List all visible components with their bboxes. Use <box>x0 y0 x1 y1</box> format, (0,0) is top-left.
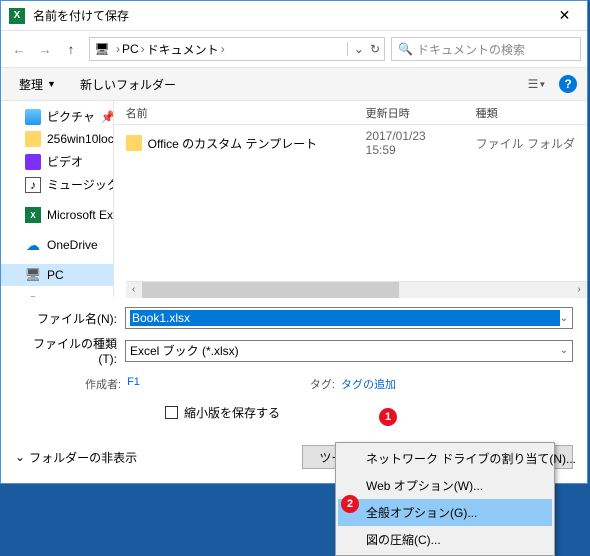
sidebar-item-music[interactable]: ♪ミュージック <box>1 173 113 196</box>
sidebar-item-onedrive[interactable]: ☁OneDrive <box>1 234 113 256</box>
menu-item-compress-pictures[interactable]: 図の圧縮(C)... <box>338 526 552 553</box>
col-date[interactable]: 更新日時 <box>354 105 464 121</box>
chevron-right-icon: › <box>221 42 225 56</box>
folder-icon <box>25 131 41 147</box>
thumbnail-label: 縮小版を保存する <box>184 404 280 421</box>
menu-item-web-options[interactable]: Web オプション(W)... <box>338 472 552 499</box>
video-icon <box>25 154 41 170</box>
toolbar: 整理▼ 新しいフォルダー ☰ ▼ ? <box>1 67 587 101</box>
excel-icon: X <box>25 207 41 223</box>
help-button[interactable]: ? <box>559 75 577 93</box>
filetype-label: ファイルの種類(T): <box>15 335 125 366</box>
music-icon: ♪ <box>25 177 41 193</box>
pc-icon: 🖥 <box>25 267 41 283</box>
filename-input[interactable]: Book1.xlsx⌄ <box>125 307 573 329</box>
search-placeholder: ドキュメントの検索 <box>417 41 525 58</box>
save-as-dialog: X 名前を付けて保存 ✕ ← → ↑ 🖥 › PC › ドキュメント › ⌄ ↻… <box>0 0 588 484</box>
navigation-bar: ← → ↑ 🖥 › PC › ドキュメント › ⌄ ↻ 🔍 ドキュメントの検索 <box>1 31 587 67</box>
close-button[interactable]: ✕ <box>542 1 587 31</box>
scroll-left-icon[interactable]: ‹ <box>126 282 142 298</box>
chevron-down-icon: ⌄ <box>15 450 25 464</box>
forward-button[interactable]: → <box>33 37 57 61</box>
titlebar: X 名前を付けて保存 ✕ <box>1 1 587 31</box>
refresh-icon[interactable]: ↻ <box>370 42 380 56</box>
menu-item-network-drive[interactable]: ネットワーク ドライブの割り当て(N)... <box>338 445 552 472</box>
col-type[interactable]: 種類 <box>464 105 587 121</box>
chevron-down-icon[interactable]: ⌄ <box>560 345 568 356</box>
chevron-right-icon: › <box>116 42 120 56</box>
breadcrumb-bar[interactable]: 🖥 › PC › ドキュメント › ⌄ ↻ <box>89 37 385 61</box>
filetype-select[interactable]: Excel ブック (*.xlsx)⌄ <box>125 340 573 362</box>
column-headers: 名前 更新日時 種類 <box>114 101 587 125</box>
filename-label: ファイル名(N): <box>15 310 125 327</box>
organize-button[interactable]: 整理▼ <box>11 72 64 97</box>
annotation-badge-1: 1 <box>379 408 397 426</box>
folder-icon <box>126 135 142 151</box>
dropdown-icon[interactable]: ⌄ <box>347 42 364 56</box>
author-value[interactable]: F1 <box>127 376 140 392</box>
chevron-down-icon[interactable]: ⌄ <box>560 313 568 324</box>
sidebar-item-video[interactable]: ビデオ <box>1 150 113 173</box>
scroll-right-icon[interactable]: › <box>571 282 587 298</box>
onedrive-icon: ☁ <box>25 237 41 253</box>
file-row[interactable]: Office のカスタム テンプレート 2017/01/23 15:59 ファイ… <box>114 125 587 161</box>
breadcrumb-folder[interactable]: ドキュメント <box>147 41 219 58</box>
pin-icon: 📌 <box>101 110 114 124</box>
scroll-thumb[interactable] <box>142 282 400 298</box>
back-button[interactable]: ← <box>7 37 31 61</box>
author-label: 作成者: <box>85 376 121 392</box>
thumbnail-checkbox[interactable] <box>165 406 178 419</box>
dialog-body: ピクチャ📌 256win10lockpas ビデオ ♪ミュージック XMicro… <box>1 101 587 297</box>
col-name[interactable]: 名前 <box>114 105 354 121</box>
sidebar-item-network[interactable]: 🖧ネットワーク <box>1 294 113 297</box>
tools-menu: ネットワーク ドライブの割り当て(N)... Web オプション(W)... 全… <box>335 442 555 556</box>
tag-value[interactable]: タグの追加 <box>341 376 396 392</box>
window-title: 名前を付けて保存 <box>33 7 542 24</box>
up-button[interactable]: ↑ <box>59 37 83 61</box>
new-folder-button[interactable]: 新しいフォルダー <box>72 72 184 97</box>
breadcrumb-pc[interactable]: PC <box>122 42 139 56</box>
sidebar-item-folder[interactable]: 256win10lockpas <box>1 128 113 150</box>
sidebar-item-pc[interactable]: 🖥PC <box>1 264 113 286</box>
pictures-icon <box>25 109 41 125</box>
view-options-button[interactable]: ☰ ▼ <box>523 72 551 96</box>
sidebar-item-excel[interactable]: XMicrosoft Excel <box>1 204 113 226</box>
annotation-badge-2: 2 <box>341 495 359 513</box>
hide-folders-toggle[interactable]: ⌄ フォルダーの非表示 <box>15 449 137 466</box>
form-area: ファイル名(N): Book1.xlsx⌄ ファイルの種類(T): Excel … <box>1 297 587 435</box>
horizontal-scrollbar[interactable]: ‹ › <box>126 281 587 297</box>
tag-label: タグ: <box>310 376 335 392</box>
pc-icon: 🖥 <box>94 41 110 57</box>
menu-item-general-options[interactable]: 全般オプション(G)... <box>338 499 552 526</box>
search-input[interactable]: 🔍 ドキュメントの検索 <box>391 37 581 61</box>
chevron-right-icon: › <box>141 42 145 56</box>
file-list-pane: 名前 更新日時 種類 Office のカスタム テンプレート 2017/01/2… <box>114 101 587 297</box>
sidebar: ピクチャ📌 256win10lockpas ビデオ ♪ミュージック XMicro… <box>1 101 114 297</box>
sidebar-item-pictures[interactable]: ピクチャ📌 <box>1 105 113 128</box>
search-icon: 🔍 <box>398 42 413 56</box>
excel-app-icon: X <box>9 8 25 24</box>
